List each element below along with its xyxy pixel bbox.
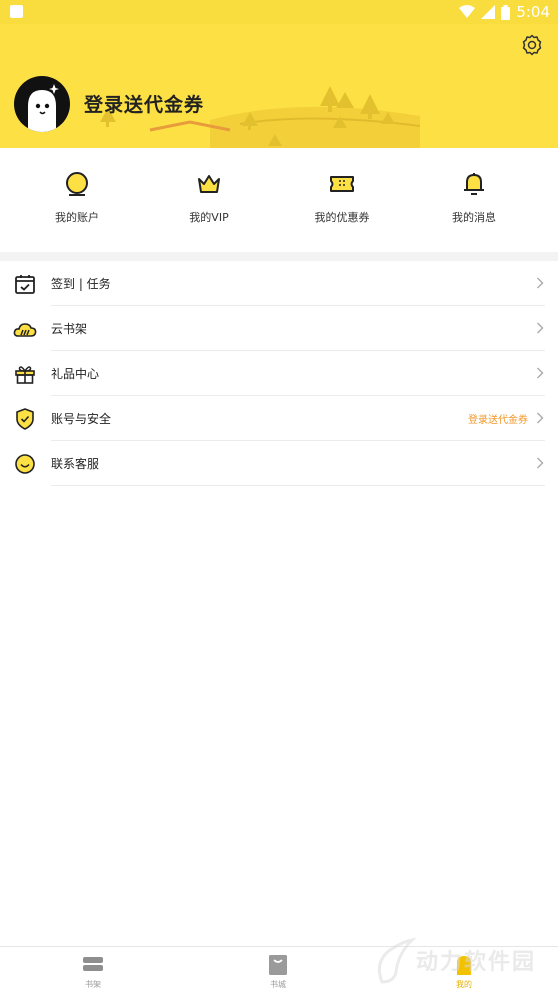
menu-item-label: 礼品中心 — [51, 367, 100, 381]
watermark-text: 动力软件园 — [416, 950, 537, 975]
menu-item-gift-center[interactable]: 礼品中心 — [0, 351, 558, 396]
status-bar: 5:04 — [0, 0, 558, 24]
quick-action-label: 我的账户 — [55, 211, 99, 224]
chevron-right-icon — [537, 322, 544, 334]
smile-icon — [15, 454, 35, 474]
menu-item-account-security[interactable]: 账号与安全 登录送代金券 — [0, 396, 558, 441]
header-landscape-illustration — [100, 86, 421, 148]
quick-actions: 我的账户 我的VIP 我的优惠券 我的消息 — [0, 148, 558, 252]
quick-action-label: 我的消息 — [452, 211, 496, 224]
menu-item-checkin-tasks[interactable]: 签到 | 任务 — [0, 261, 558, 306]
chevron-right-icon — [537, 277, 544, 289]
tab-bookstore[interactable]: 书城 — [238, 953, 318, 990]
tab-bookshelf[interactable]: 书架 — [53, 953, 133, 990]
avatar[interactable] — [14, 76, 70, 132]
quick-action-label: 我的优惠券 — [314, 211, 370, 224]
settings-gear-icon[interactable] — [520, 33, 544, 57]
menu-item-customer-service[interactable]: 联系客服 — [0, 441, 558, 486]
crown-icon — [198, 175, 220, 193]
login-prompt[interactable]: 登录送代金券 — [84, 90, 204, 117]
coin-icon — [66, 172, 88, 196]
gift-icon — [15, 366, 35, 384]
menu-item-label: 云书架 — [51, 322, 88, 336]
chevron-right-icon — [537, 412, 544, 424]
notification-icon — [10, 5, 23, 18]
calendar-check-icon — [15, 275, 35, 294]
section-divider — [0, 252, 558, 261]
menu-item-label: 联系客服 — [51, 457, 100, 471]
bookstore-icon — [269, 955, 287, 975]
quick-action-account[interactable]: 我的账户 — [17, 170, 137, 225]
chevron-right-icon — [537, 457, 544, 469]
menu-item-label: 账号与安全 — [51, 412, 112, 426]
row-divider — [51, 485, 545, 486]
menu-item-cloud-bookshelf[interactable]: 云书架 — [0, 306, 558, 351]
ticket-icon — [330, 176, 354, 192]
watermark-logo-icon — [377, 937, 416, 984]
quick-action-vip[interactable]: 我的VIP — [149, 170, 269, 225]
menu-item-label: 签到 | 任务 — [51, 277, 111, 291]
tab-label: 书架 — [85, 980, 101, 989]
quick-action-coupons[interactable]: 我的优惠券 — [282, 170, 402, 225]
bell-icon — [464, 173, 484, 195]
cloud-books-icon — [13, 323, 37, 337]
signal-icon — [481, 5, 496, 19]
quick-action-messages[interactable]: 我的消息 — [414, 170, 534, 225]
quick-action-label: 我的VIP — [189, 211, 229, 224]
battery-icon — [501, 4, 511, 20]
shield-check-icon — [16, 408, 34, 430]
bookshelf-icon — [83, 957, 103, 971]
status-time: 5:04 — [516, 3, 550, 21]
watermark: 动力软件园 — [372, 932, 558, 992]
wifi-icon — [459, 5, 476, 18]
menu-item-hint: 登录送代金券 — [468, 415, 528, 426]
ghost-mascot-icon — [28, 84, 59, 132]
chevron-right-icon — [537, 367, 544, 379]
status-icons: 5:04 — [459, 2, 550, 22]
profile-header: 登录送代金券 — [0, 24, 558, 148]
tab-label: 书城 — [270, 980, 286, 989]
settings-menu: 签到 | 任务 云书架 礼品中心 账号与安全 登录送代金券 联系客服 — [0, 261, 558, 486]
